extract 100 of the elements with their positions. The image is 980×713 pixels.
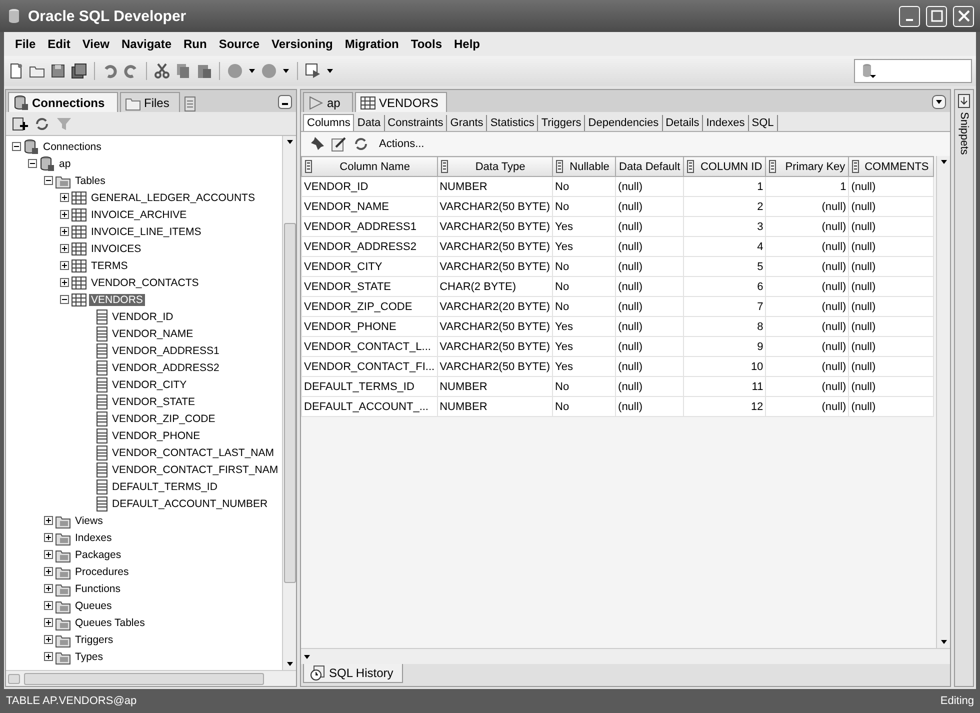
tree-item[interactable]: Types [73,650,106,662]
column-header[interactable]: Primary Key [766,156,849,176]
close-button[interactable] [953,6,974,26]
expand-icon[interactable] [44,652,53,661]
menu-item[interactable]: Versioning [266,35,338,53]
sql-history-tab[interactable]: SQL History [303,664,403,683]
tree-item[interactable]: INVOICES [89,242,144,254]
pin-icon[interactable] [309,136,325,152]
column-header[interactable]: Data Type [437,156,553,176]
expand-icon[interactable] [60,193,69,202]
expand-icon[interactable] [44,618,53,627]
menu-item[interactable]: View [77,35,114,53]
sub-tab[interactable]: Statistics [487,115,538,131]
expand-icon[interactable] [44,601,53,610]
expand-icon[interactable] [44,533,53,542]
column-header[interactable]: COMMENTS [848,156,934,176]
add-connection-icon[interactable] [12,116,28,132]
sort-icon[interactable] [440,160,448,173]
menu-item[interactable]: Migration [340,35,404,53]
undo-icon[interactable] [102,63,118,79]
tree-item[interactable]: ap [57,158,73,170]
paste-icon[interactable] [196,63,212,79]
sort-icon[interactable] [687,160,694,173]
expand-icon[interactable] [44,567,53,576]
tree-item[interactable]: VENDOR_ID [110,310,176,322]
tree-item[interactable]: VENDOR_STATE [110,396,198,408]
tree-item[interactable]: VENDORS [89,294,145,306]
sub-tab[interactable]: Details [662,115,704,131]
tree-item[interactable]: VENDOR_CONTACTS [89,276,201,288]
tree-item[interactable]: Indexes [73,532,114,544]
dropdown-icon[interactable] [932,95,946,109]
tree-item[interactable]: VENDOR_CONTACT_LAST_NAM [110,446,276,458]
horizontal-scrollbar[interactable] [6,670,296,686]
copy-icon[interactable] [175,63,191,79]
menu-item[interactable]: Source [214,35,265,53]
expand-icon[interactable] [60,244,69,253]
tree-item[interactable]: VENDOR_ADDRESS2 [110,362,222,374]
tree-item[interactable]: Queues [73,600,114,612]
vertical-scrollbar[interactable] [282,136,296,670]
sort-icon[interactable] [305,160,312,173]
refresh-icon[interactable] [34,116,50,132]
sort-icon[interactable] [769,160,776,173]
tree-item[interactable]: Functions [73,582,123,594]
expand-icon[interactable] [60,261,69,270]
menu-item[interactable]: File [10,35,41,53]
menu-item[interactable]: Edit [42,35,76,53]
sub-tab[interactable]: SQL [748,115,778,131]
tree-item[interactable]: Views [73,514,105,526]
column-header[interactable]: Nullable [552,156,616,176]
sub-tab[interactable]: Constraints [384,115,448,131]
vertical-scrollbar[interactable] [936,156,950,648]
panel-tab[interactable]: Connections [8,92,118,112]
tree-item[interactable]: VENDOR_ZIP_CODE [110,412,218,424]
tree-item[interactable]: INVOICE_LINE_ITEMS [89,226,204,238]
tree-item[interactable]: Triggers [73,634,116,646]
sort-icon[interactable] [852,160,860,173]
sort-icon[interactable] [556,160,564,173]
sub-tab[interactable]: Columns [303,114,354,131]
tree-item[interactable]: Connections [41,140,104,152]
save-icon[interactable] [50,63,66,79]
expand-icon[interactable] [60,278,69,287]
connection-dropdown[interactable] [854,59,972,83]
collapse-icon[interactable] [44,176,53,185]
save-all-icon[interactable] [71,63,87,79]
tree-item[interactable]: INVOICE_ARCHIVE [89,208,189,220]
collapse-icon[interactable] [60,295,69,304]
editor-tab[interactable]: ap [303,92,353,112]
menu-item[interactable]: Tools [406,35,447,53]
expand-icon[interactable] [44,584,53,593]
sub-tab[interactable]: Data [354,115,385,131]
tree-item[interactable]: VENDOR_ADDRESS1 [110,344,222,356]
editor-tab[interactable]: VENDORS [355,92,448,112]
sql-worksheet-icon[interactable] [305,63,321,79]
expand-icon[interactable] [60,210,69,219]
tree-item[interactable]: DEFAULT_ACCOUNT_NUMBER [110,498,270,510]
menu-item[interactable]: Run [178,35,212,53]
expand-icon[interactable] [44,550,53,559]
tree-item[interactable]: Queues Tables [73,616,147,628]
tree-item[interactable]: Packages [73,548,124,560]
sub-tab[interactable]: Grants [447,115,488,131]
minimize-button[interactable] [899,6,920,26]
expand-icon[interactable] [44,516,53,525]
expand-icon[interactable] [60,227,69,236]
actions-button[interactable]: Actions... [375,138,428,150]
tree-item[interactable]: TERMS [89,260,130,272]
expand-icon[interactable] [44,635,53,644]
tree-item[interactable]: VENDOR_CONTACT_FIRST_NAM [110,464,280,476]
new-file-icon[interactable] [8,63,24,79]
tree-item[interactable]: DEFAULT_TERMS_ID [110,480,220,492]
tree-item[interactable]: Procedures [73,566,131,578]
tree-item[interactable]: Tables [73,174,108,186]
refresh-icon[interactable] [353,136,369,152]
tree-item[interactable]: VENDOR_PHONE [110,430,202,442]
snippets-tab[interactable]: Snippets [958,112,970,155]
minimize-icon[interactable] [278,95,292,109]
panel-tab[interactable]: Files [120,92,180,112]
sub-tab[interactable]: Indexes [703,115,749,131]
tree-item[interactable]: VENDOR_CITY [110,378,189,390]
column-header[interactable]: Data Default [616,156,684,176]
redo-icon[interactable] [123,63,139,79]
